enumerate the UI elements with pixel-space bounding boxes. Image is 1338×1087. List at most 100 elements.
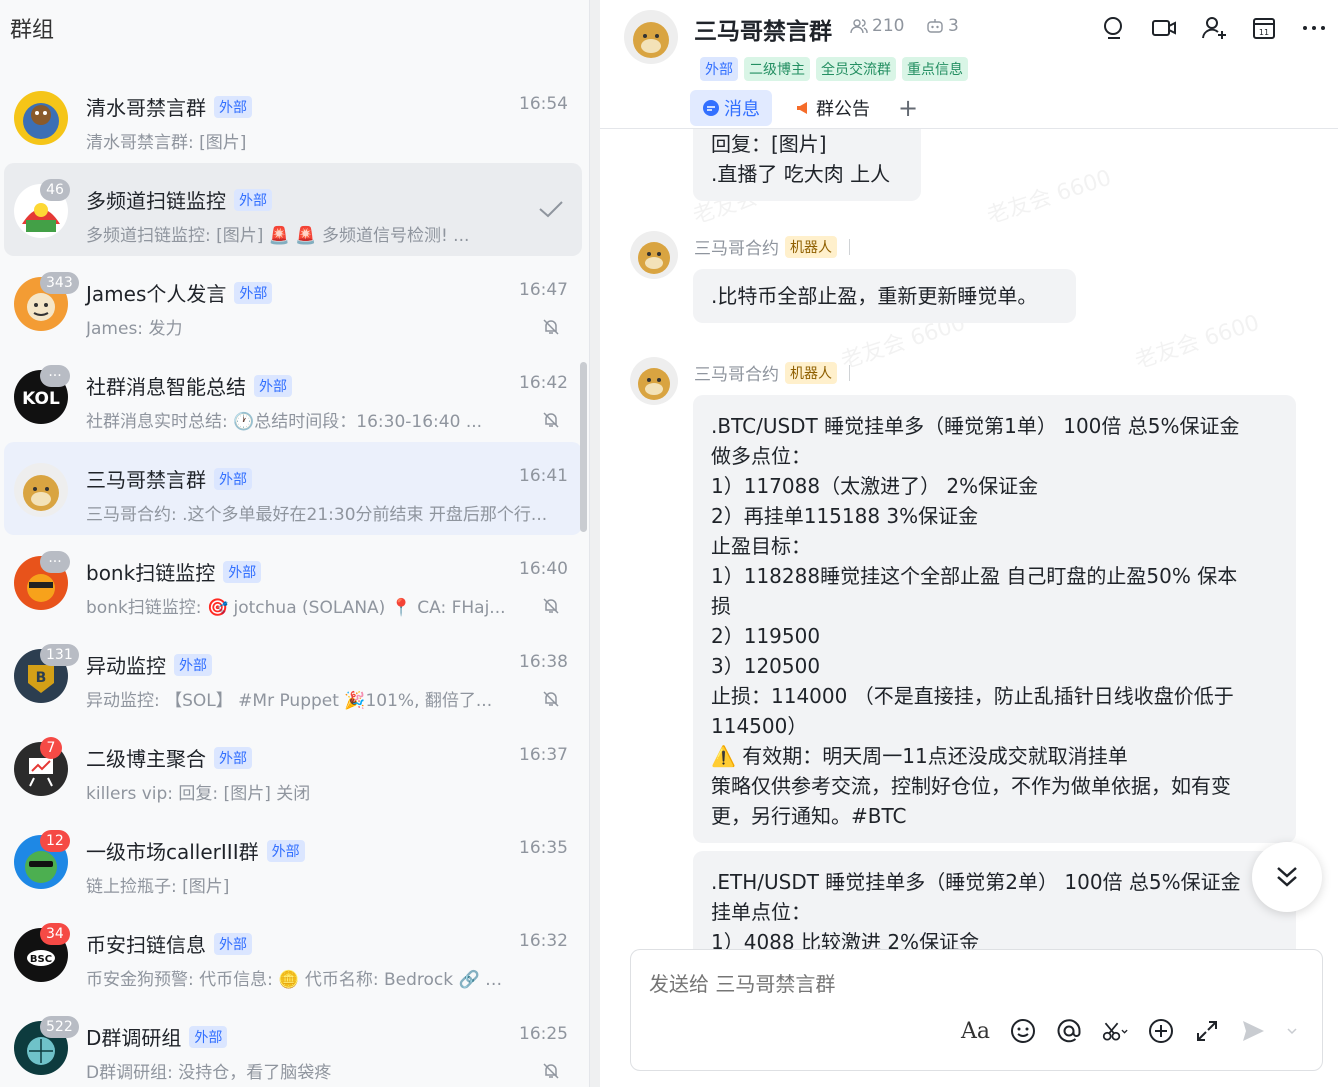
expand-icon[interactable]	[1194, 1018, 1220, 1044]
chat-item[interactable]: 清水哥禁言群 外部 16:54 清水哥禁言群: [图片]	[0, 70, 590, 163]
screenshot-scissors-icon[interactable]	[1102, 1018, 1128, 1044]
external-tag: 外部	[254, 374, 292, 397]
search-icon[interactable]	[1100, 14, 1128, 42]
chat-item[interactable]: 7 二级博主聚合 外部 16:37 killers vip: 回复: [图片] 关…	[0, 721, 590, 814]
chat-preview: 币安金狗预警: 代币信息: 🪙 代币名称: Bedrock 🔗 代币C...	[86, 970, 506, 990]
pane-divider[interactable]	[590, 0, 600, 1087]
unread-badge: 343	[40, 272, 79, 294]
send-icon[interactable]	[1240, 1018, 1266, 1044]
message-line: ⚠️ 有效期：明天周一11点还没成交就取消挂单	[711, 744, 1128, 768]
sender-avatar[interactable]	[630, 357, 678, 405]
mute-bell-icon	[543, 691, 559, 707]
chat-item[interactable]: 46 多频道扫链监控 外部 多频道扫链监控: [图片] 🚨 🚨 多频道信号检测! …	[4, 163, 582, 256]
external-tag: 外部	[214, 95, 252, 118]
plus-circle-icon[interactable]	[1148, 1018, 1174, 1044]
chat-item[interactable]: 522 D群调研组 外部 16:25 D群调研组: 没持仓，看了脑袋疼	[0, 1000, 590, 1087]
member-count-value: 210	[872, 16, 905, 36]
group-tags: 外部 二级博主 全员交流群 重点信息	[700, 57, 968, 81]
message-list[interactable]: 老友会 6600 老友会 6600 老友会 6600 老友会 6600 老友会 …	[600, 129, 1338, 949]
unread-badge: 522	[40, 1016, 79, 1038]
watermark: 老友会 6600	[984, 165, 1115, 230]
add-tab-button[interactable]: +	[898, 94, 918, 122]
chat-list-pane: 群组 清水哥禁言群 外部 16:54 清水哥禁言群: [图片] 46 多频道扫链监…	[0, 0, 590, 1087]
external-tag: 外部	[214, 467, 252, 490]
scroll-to-bottom-button[interactable]	[1252, 842, 1322, 912]
video-call-icon[interactable]	[1150, 14, 1178, 42]
unread-badge: ···	[40, 365, 70, 387]
chat-preview: killers vip: 回复: [图片] 关闭	[86, 784, 311, 804]
external-tag: 外部	[174, 653, 212, 676]
chat-name: 异动监控	[86, 654, 166, 678]
robot-tag: 机器人	[785, 361, 837, 384]
message-line: 3）120500	[711, 654, 821, 678]
chat-preview: 链上捡瓶子: [图片]	[86, 877, 230, 897]
chat-item[interactable]: ··· bonk扫链监控 外部 16:40 bonk扫链监控: 🎯 jotchua…	[0, 535, 590, 628]
message-line: 1）4088 比较激进 2%保证金	[711, 930, 980, 949]
members-icon	[850, 19, 868, 34]
bot-count[interactable]: 3	[926, 16, 959, 36]
text-format-button[interactable]: Aa	[961, 1019, 990, 1044]
group-tag: 二级博主	[744, 57, 810, 81]
chat-time: 16:38	[519, 652, 568, 672]
svg-text:BSC: BSC	[30, 954, 52, 965]
group-title[interactable]: 三马哥禁言群	[694, 12, 832, 46]
mention-icon[interactable]	[1056, 1018, 1082, 1044]
message-bubble[interactable]: .比特币全部止盈，重新更新睡觉单。	[693, 269, 1076, 323]
chat-time: 16:32	[519, 931, 568, 951]
pane-title: 群组	[10, 18, 55, 43]
message-line: 挂单点位：	[711, 900, 811, 924]
app-window: 群组 清水哥禁言群 外部 16:54 清水哥禁言群: [图片] 46 多频道扫链监…	[0, 0, 1338, 1087]
chat-time: 16:41	[519, 466, 568, 486]
sender-name[interactable]: 三马哥合约	[694, 360, 779, 385]
chat-item-selected[interactable]: 三马哥禁言群 外部 16:41 三马哥合约: .这个多单最好在21:30分前结束 …	[4, 442, 582, 535]
group-tag: 全员交流群	[816, 57, 896, 81]
calendar-icon[interactable]: 11	[1250, 14, 1278, 42]
megaphone-icon	[797, 102, 807, 114]
chat-item[interactable]: BSC 34 币安扫链信息 外部 16:32 币安金狗预警: 代币信息: 🪙 代币…	[0, 907, 590, 1000]
chat-time: 16:35	[519, 838, 568, 858]
add-member-icon[interactable]	[1200, 14, 1228, 42]
send-options-chevron-icon[interactable]	[1286, 1025, 1298, 1037]
message-input[interactable]	[649, 972, 1249, 996]
message-line: 1）117088（太激进了） 2%保证金	[711, 474, 1039, 498]
chat-name: bonk扫链监控	[86, 561, 216, 585]
message-line: 止损：114000 （不是直接挂，防止乱插针日线收盘价低于	[711, 684, 1234, 708]
more-icon[interactable]	[1300, 14, 1328, 42]
chat-list-scrollbar[interactable]	[580, 362, 587, 532]
avatar	[14, 463, 68, 517]
chat-preview: James: 发力	[86, 319, 183, 339]
mute-bell-icon	[543, 412, 559, 428]
unread-badge: 46	[40, 179, 70, 201]
robot-tag: 机器人	[785, 235, 837, 258]
chat-preview: 三马哥合约: .这个多单最好在21:30分前结束 开盘后那个行...	[86, 505, 548, 525]
chat-item[interactable]: B 131 异动监控 外部 16:38 异动监控: 【SOL】 #Mr Puppe…	[0, 628, 590, 721]
sender-name[interactable]: 三马哥合约	[694, 234, 779, 259]
chat-item[interactable]: 12 一级市场callerIII群 外部 16:35 链上捡瓶子: [图片]	[0, 814, 590, 907]
mute-bell-icon	[543, 319, 559, 335]
chat-name: 清水哥禁言群	[86, 96, 206, 120]
unread-badge: ···	[40, 551, 70, 573]
sender-line: 三马哥合约 机器人	[694, 234, 850, 259]
external-tag: 外部	[266, 839, 305, 862]
message-bubble-eth[interactable]: .ETH/USDT 睡觉挂单多（睡觉第2单） 100倍 总5%保证金 挂单点位：…	[693, 851, 1296, 949]
bot-count-value: 3	[948, 16, 959, 36]
emoji-icon[interactable]	[1010, 1018, 1036, 1044]
external-tag: 外部	[189, 1025, 228, 1048]
unread-badge: 12	[40, 830, 70, 852]
message-bubble[interactable]: 回复：[图片] .直播了 吃大肉 上人	[693, 129, 921, 201]
message-bubble-btc[interactable]: .BTC/USDT 睡觉挂单多（睡觉第1单） 100倍 总5%保证金 做多点位：…	[693, 395, 1296, 843]
unread-badge: 34	[40, 923, 70, 945]
group-tag: 外部	[700, 57, 738, 81]
double-chevron-down-icon	[1277, 867, 1297, 887]
chat-item[interactable]: KOL ··· 社群消息智能总结 外部 16:42 社群消息实时总结: 🕐总结时间…	[0, 349, 590, 442]
chat-time: 16:37	[519, 745, 568, 765]
message-line: .BTC/USDT 睡觉挂单多（睡觉第1单） 100倍 总5%保证金	[711, 414, 1240, 438]
mark-done-icon[interactable]	[538, 199, 564, 219]
member-count[interactable]: 210	[850, 16, 904, 36]
chat-item[interactable]: 343 James个人发言 外部 16:47 James: 发力	[0, 256, 590, 349]
tab-messages[interactable]: 消息	[690, 90, 772, 126]
tab-announcement[interactable]: 群公告	[782, 90, 882, 126]
group-avatar[interactable]	[624, 10, 678, 64]
sender-avatar[interactable]	[630, 231, 678, 279]
avatar	[14, 91, 68, 145]
